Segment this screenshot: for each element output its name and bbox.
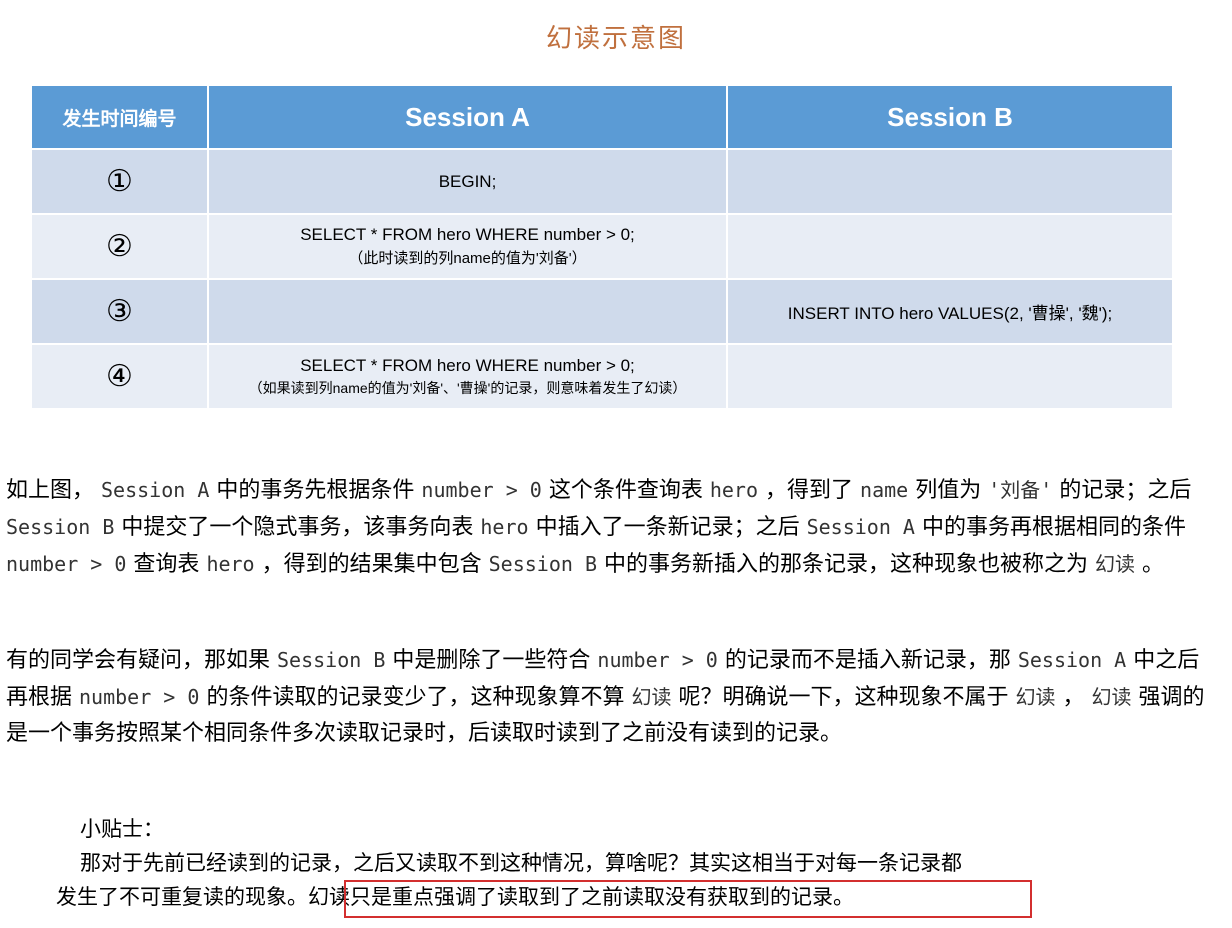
tip-label: 小贴士：: [80, 817, 164, 841]
session-a-note: （如果读到列name的值为'刘备'、'曹操'的记录，则意味着发生了幻读）: [248, 379, 687, 396]
session-b-cell: [726, 213, 1174, 280]
explanation-paragraph-1: 如上图， Session A 中的事务先根据条件 number > 0 这个条件…: [6, 472, 1206, 583]
session-b-cell: [726, 343, 1174, 410]
code-span: 幻读: [1015, 685, 1056, 709]
session-b-sql: INSERT INTO hero VALUES(2, '曹操', '魏');: [787, 304, 1113, 323]
session-a-cell: SELECT * FROM hero WHERE number > 0; （如果…: [207, 343, 728, 410]
text: 中的事务新插入的那条记录，这种现象也被称之为: [604, 552, 1089, 577]
session-a-sql: SELECT * FROM hero WHERE number > 0;: [300, 225, 635, 244]
code-span: Session B: [488, 552, 597, 576]
text: 中的事务再根据相同的条件: [921, 515, 1186, 540]
code-span: name: [860, 478, 909, 502]
text: ，: [1062, 685, 1085, 710]
session-a-note: （此时读到的列name的值为'刘备'）: [348, 250, 587, 267]
text: 的条件读取的记录变少了，这种现象算不算: [206, 685, 625, 710]
text: 。: [1142, 552, 1165, 577]
code-span: 幻读: [1091, 685, 1132, 709]
text: 有的同学会有疑问，那如果: [6, 648, 271, 673]
tip-line-1: 那对于先前已经读到的记录，之后又读取不到这种情况，算啥呢？其实这相当于对每一条记…: [80, 851, 962, 875]
figure-title: 幻读示意图: [545, 24, 686, 54]
step-number: ④: [30, 343, 209, 410]
highlight-box: [344, 880, 1032, 918]
step-number: ③: [30, 278, 209, 345]
explanation-paragraph-2: 有的同学会有疑问，那如果 Session B 中是删除了一些符合 number …: [6, 642, 1206, 752]
table-row: ② SELECT * FROM hero WHERE number > 0; （…: [30, 213, 1174, 280]
code-span: 幻读: [1095, 552, 1136, 576]
text: ，得到的结果集中包含: [261, 552, 482, 577]
code-span: '刘备': [988, 478, 1053, 502]
text: 列值为: [915, 478, 982, 503]
code-span: number > 0: [79, 685, 200, 709]
code-span: Session A: [101, 478, 210, 502]
step-number: ②: [30, 213, 209, 280]
code-span: hero: [480, 515, 529, 539]
header-session-a: Session A: [207, 84, 728, 150]
step-number: ①: [30, 148, 209, 215]
session-a-cell: BEGIN;: [207, 148, 728, 215]
session-b-cell: INSERT INTO hero VALUES(2, '曹操', '魏');: [726, 278, 1174, 345]
text: 中是删除了一些符合: [392, 648, 591, 673]
session-a-sql: BEGIN;: [438, 171, 497, 191]
tip-line-2a: 发生了不可重复读的现象。: [56, 885, 308, 909]
table-row: ③ INSERT INTO hero VALUES(2, '曹操', '魏');: [30, 278, 1174, 345]
text: 的记录而不是插入新记录，那: [724, 648, 1011, 673]
text: ，得到了: [765, 478, 854, 503]
text: 中的事务先根据条件: [216, 478, 415, 503]
code-span: number > 0: [597, 648, 718, 672]
text: 中插入了一条新记录；之后: [535, 515, 800, 540]
session-a-cell: SELECT * FROM hero WHERE number > 0; （此时…: [207, 213, 728, 280]
code-span: 幻读: [631, 685, 672, 709]
table-row: ① BEGIN;: [30, 148, 1174, 215]
code-span: hero: [709, 478, 759, 502]
text: 这个条件查询表: [548, 478, 703, 503]
text: 中提交了一个隐式事务，该事务向表: [121, 515, 474, 540]
text: 如上图，: [6, 478, 95, 503]
table-header-row: 发生时间编号 Session A Session B: [30, 84, 1174, 150]
text: 呢？明确说一下，这种现象不属于: [678, 685, 1009, 710]
session-a-cell: [207, 278, 728, 345]
code-span: number > 0: [6, 552, 127, 576]
code-span: number > 0: [421, 478, 542, 502]
code-span: hero: [206, 552, 255, 576]
session-a-sql: SELECT * FROM hero WHERE number > 0;: [300, 355, 635, 375]
code-span: Session A: [1017, 648, 1127, 672]
code-span: Session B: [6, 515, 115, 539]
text: 查询表: [133, 552, 200, 577]
phantom-read-table: 发生时间编号 Session A Session B ① BEGIN; ② SE…: [30, 84, 1174, 410]
code-span: Session A: [806, 515, 915, 539]
text: 的记录；之后: [1059, 478, 1192, 503]
header-session-b: Session B: [726, 84, 1174, 150]
header-time-number: 发生时间编号: [30, 84, 209, 150]
table-row: ④ SELECT * FROM hero WHERE number > 0; （…: [30, 343, 1174, 410]
session-b-cell: [726, 148, 1174, 215]
code-span: Session B: [277, 648, 386, 672]
